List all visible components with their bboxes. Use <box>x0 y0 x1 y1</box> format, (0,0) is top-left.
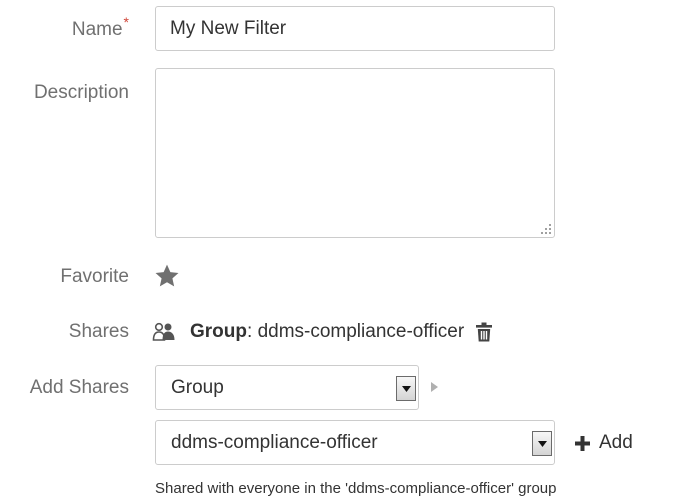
name-input[interactable] <box>155 6 555 51</box>
group-dropdown-button[interactable] <box>532 431 552 456</box>
add-share-button[interactable]: Add <box>575 432 633 454</box>
share-type-select-value: Group <box>171 376 224 398</box>
chevron-down-icon <box>401 385 411 392</box>
group-select-value: ddms-compliance-officer <box>171 431 378 453</box>
add-shares-label: Add Shares <box>29 377 129 398</box>
share-type-select[interactable]: Group <box>155 365 419 410</box>
name-label: Name* <box>71 14 129 40</box>
required-marker: * <box>123 14 129 30</box>
share-type: Group <box>190 321 247 342</box>
group-select[interactable]: ddms-compliance-officer <box>155 420 555 465</box>
trash-icon[interactable] <box>476 322 493 342</box>
shares-label: Shares <box>68 321 129 342</box>
resize-grip-icon[interactable] <box>538 221 552 235</box>
share-entry: Group: ddms-compliance-officer <box>152 319 493 345</box>
favorite-label: Favorite <box>60 266 129 287</box>
add-share-label: Add <box>599 432 633 453</box>
chevron-down-icon <box>537 440 547 447</box>
share-name: ddms-compliance-officer <box>257 321 465 342</box>
share-type-dropdown-button[interactable] <box>396 376 416 401</box>
description-textarea[interactable] <box>155 68 555 238</box>
share-hint-text: Shared with everyone in the 'ddms-compli… <box>155 480 557 497</box>
chevron-right-icon <box>431 382 438 392</box>
share-separator: : <box>247 321 253 342</box>
star-icon[interactable] <box>154 263 180 289</box>
group-icon <box>152 322 175 341</box>
plus-icon <box>575 435 590 451</box>
description-label: Description <box>33 82 129 103</box>
